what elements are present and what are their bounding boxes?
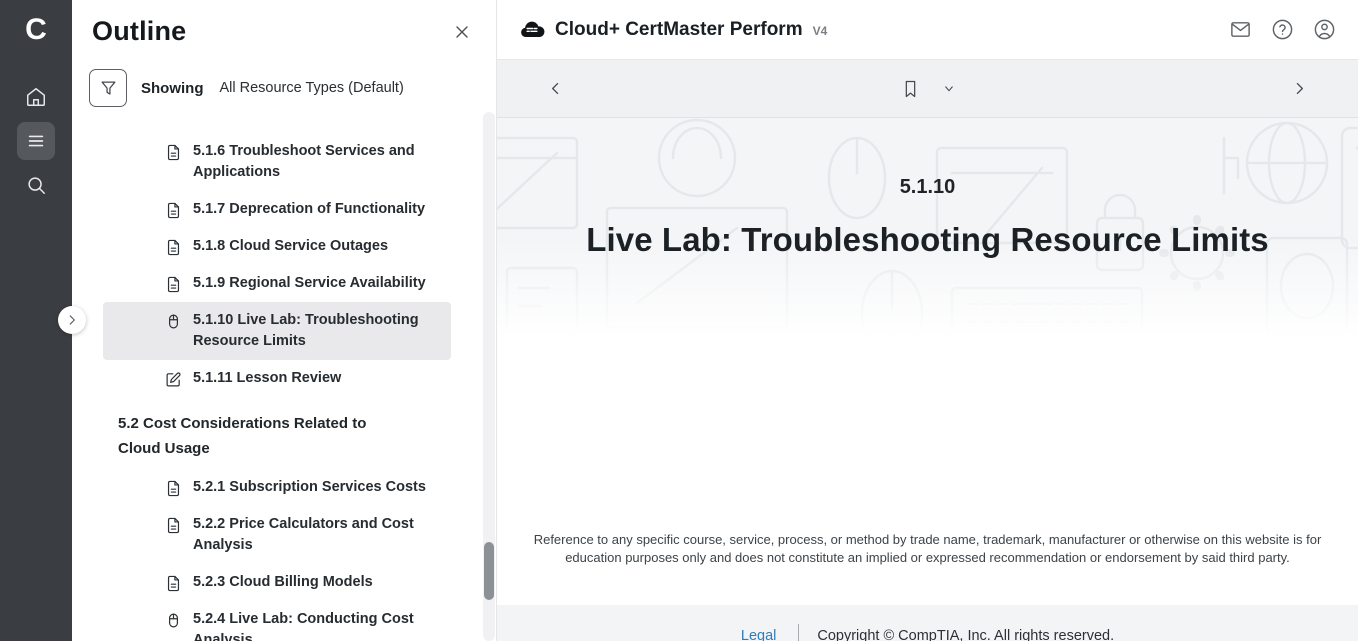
bookmark-menu-button[interactable] [938, 78, 959, 99]
filter-row: Showing All Resource Types (Default) [89, 69, 496, 107]
chevron-left-icon [547, 80, 564, 97]
search-button[interactable] [17, 166, 55, 204]
outline-item[interactable]: 5.1.7 Deprecation of Functionality [103, 191, 451, 228]
menu-icon [25, 130, 47, 152]
messages-button[interactable] [1229, 18, 1252, 41]
page-footer: Legal Copyright © CompTIA, Inc. All righ… [497, 605, 1358, 641]
main-area: Cloud+ CertMaster Perform V4 [497, 0, 1358, 641]
outline-scrollbar-track[interactable] [483, 112, 495, 641]
outline-item-label: 5.2.3 Cloud Billing Models [193, 572, 373, 593]
outline-panel: Outline Showing All Resource Types (Defa… [72, 0, 497, 641]
app-version: V4 [813, 24, 828, 38]
outline-item-label: 5.1.11 Lesson Review [193, 368, 341, 389]
app-title: Cloud+ CertMaster Perform [555, 19, 803, 41]
bookmark-icon [900, 77, 920, 101]
mouse-icon [165, 312, 182, 331]
close-icon [452, 22, 472, 42]
search-icon [25, 174, 47, 196]
panel-expand-button[interactable] [58, 306, 86, 334]
cloud-icon [519, 19, 545, 41]
outline-item[interactable]: 5.1.9 Regional Service Availability [103, 265, 451, 302]
home-icon [25, 86, 47, 108]
app-header: Cloud+ CertMaster Perform V4 [497, 0, 1358, 60]
header-actions [1229, 18, 1336, 41]
outline-list: 5.1.6 Troubleshoot Services and Applicat… [72, 133, 496, 641]
outline-item-label: 5.1.6 Troubleshoot Services and Applicat… [193, 141, 433, 183]
mail-icon [1229, 18, 1252, 41]
document-icon [165, 238, 182, 257]
edit-icon [165, 370, 182, 389]
document-icon [165, 479, 182, 498]
lesson-content: Reference to any specific course, servic… [497, 338, 1358, 605]
account-icon [1313, 18, 1336, 41]
footer-divider [798, 624, 799, 641]
outline-item-label: 5.1.9 Regional Service Availability [193, 273, 426, 294]
legal-link[interactable]: Legal [741, 628, 776, 641]
lesson-title: Live Lab: Troubleshooting Resource Limit… [497, 221, 1358, 259]
outline-scrollbar-thumb[interactable] [484, 542, 494, 600]
brand: Cloud+ CertMaster Perform V4 [519, 19, 827, 41]
filter-value: All Resource Types (Default) [220, 80, 404, 96]
chevron-right-icon [1291, 80, 1308, 97]
document-icon [165, 516, 182, 535]
outline-item-label: 5.2.2 Price Calculators and Cost Analysi… [193, 514, 433, 556]
comptia-logo: C [16, 10, 56, 50]
outline-section-heading: 5.2 Cost Considerations Related to Cloud… [118, 411, 410, 461]
home-button[interactable] [17, 78, 55, 116]
rail-nav [17, 78, 55, 204]
outline-item-current[interactable]: 5.1.10 Live Lab: Troubleshooting Resourc… [103, 302, 451, 360]
outline-title: Outline [92, 16, 186, 47]
outline-item[interactable]: 5.2.2 Price Calculators and Cost Analysi… [103, 506, 451, 564]
mouse-icon [165, 611, 182, 630]
outline-item[interactable]: 5.1.8 Cloud Service Outages [103, 228, 451, 265]
outline-item[interactable]: 5.1.11 Lesson Review [103, 360, 451, 397]
close-outline-button[interactable] [450, 20, 474, 44]
help-icon [1271, 18, 1294, 41]
chevron-down-icon [942, 82, 955, 95]
filter-label: Showing [141, 80, 204, 97]
outline-item[interactable]: 5.1.6 Troubleshoot Services and Applicat… [103, 133, 451, 191]
chevron-right-icon [65, 313, 79, 327]
outline-item[interactable]: 5.2.4 Live Lab: Conducting Cost Analysis [103, 601, 451, 641]
filter-icon [99, 79, 118, 98]
document-icon [165, 201, 182, 220]
document-icon [165, 143, 182, 162]
account-button[interactable] [1313, 18, 1336, 41]
outline-item-label: 5.1.8 Cloud Service Outages [193, 236, 388, 257]
outline-item[interactable]: 5.2.1 Subscription Services Costs [103, 469, 451, 506]
lesson-number: 5.1.10 [497, 176, 1358, 199]
left-rail: C [0, 0, 72, 641]
disclaimer-text: Reference to any specific course, servic… [533, 531, 1323, 567]
document-icon [165, 574, 182, 593]
filter-button[interactable] [89, 69, 127, 107]
banner-text: 5.1.10 Live Lab: Troubleshooting Resourc… [497, 176, 1358, 259]
outline-item[interactable]: 5.2.3 Cloud Billing Models [103, 564, 451, 601]
document-icon [165, 275, 182, 294]
outline-button[interactable] [17, 122, 55, 160]
outline-item-label: 5.1.10 Live Lab: Troubleshooting Resourc… [193, 310, 433, 352]
help-button[interactable] [1271, 18, 1294, 41]
lesson-banner: 5.1.10 Live Lab: Troubleshooting Resourc… [497, 118, 1358, 338]
next-page-button[interactable] [1287, 76, 1312, 101]
outline-item-label: 5.1.7 Deprecation of Functionality [193, 199, 425, 220]
outline-item-label: 5.2.1 Subscription Services Costs [193, 477, 426, 498]
outline-item-label: 5.2.4 Live Lab: Conducting Cost Analysis [193, 609, 433, 641]
bookmark-button[interactable] [896, 73, 924, 105]
lesson-toolbar [497, 60, 1358, 118]
previous-page-button[interactable] [543, 76, 568, 101]
copyright-text: Copyright © CompTIA, Inc. All rights res… [817, 628, 1114, 641]
